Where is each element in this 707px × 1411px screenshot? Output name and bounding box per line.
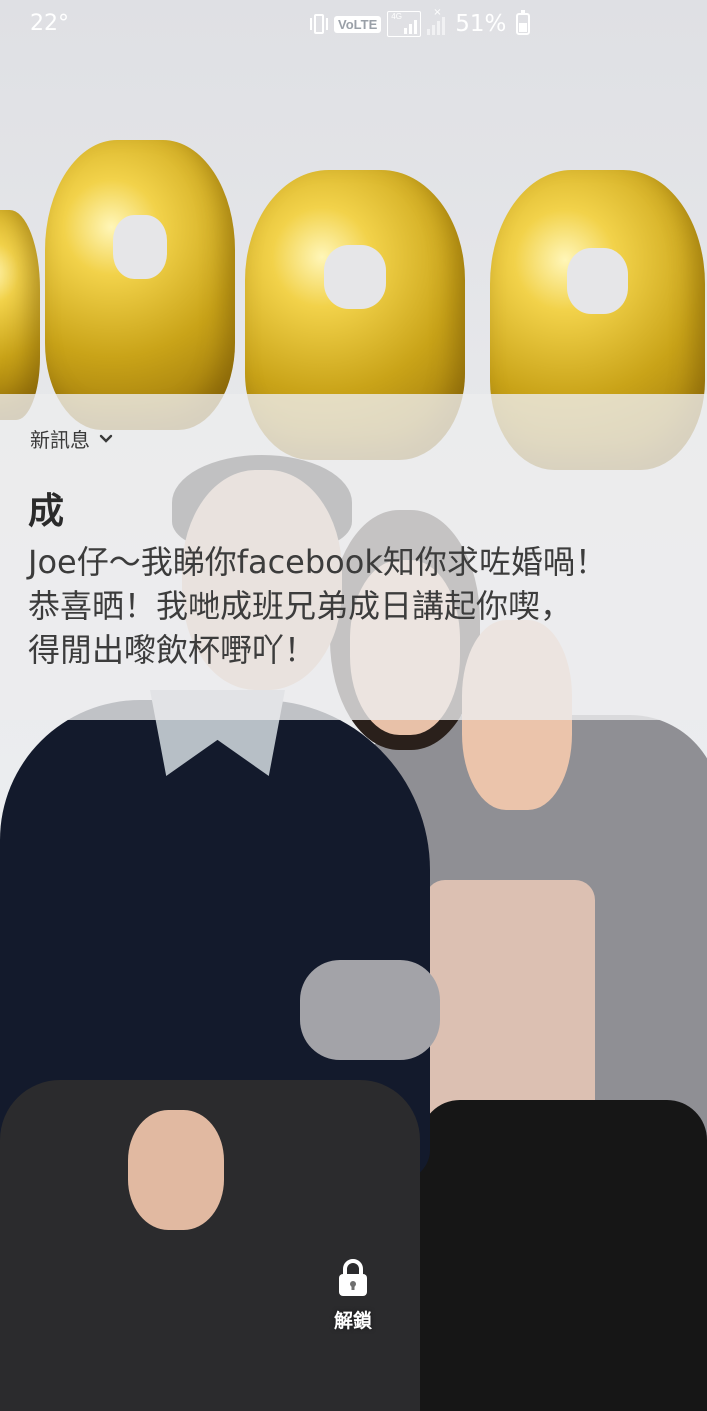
signal-4g-icon: 4G — [387, 11, 422, 37]
woman-legs — [420, 1100, 707, 1411]
battery-percent: 51% — [455, 11, 507, 37]
volte-badge: VoLTE — [334, 15, 382, 33]
signal-no-service-icon: × — [427, 7, 446, 35]
notification-sender: 成 — [28, 491, 65, 532]
notification-header[interactable]: 新訊息 — [30, 424, 114, 453]
woman-shirt — [425, 880, 595, 1120]
status-bar: 22° VoLTE 4G × 51% — [0, 0, 707, 48]
notification-message: Joe仔～我睇你facebook知你求咗婚喎！ 恭喜晒！我哋成班兄弟成日講起你喫… — [28, 543, 607, 669]
lock-icon — [339, 1259, 367, 1296]
unlock-label: 解鎖 — [333, 1310, 372, 1332]
status-temperature: 22° — [30, 11, 69, 36]
unlock-button[interactable]: 解鎖 — [313, 1258, 393, 1333]
gold-balloon-letter-a — [45, 140, 235, 430]
notification-app-label: 新訊息 — [30, 428, 90, 452]
man-hands — [128, 1110, 224, 1230]
battery-icon — [516, 10, 531, 35]
message-notification[interactable]: 新訊息 成 Joe仔～我睇你facebook知你求咗婚喎！ 恭喜晒！我哋成班兄弟… — [0, 394, 707, 720]
chevron-down-icon[interactable] — [98, 431, 114, 447]
woman-arm — [300, 960, 440, 1060]
status-icons: VoLTE 4G × 51% — [310, 7, 531, 40]
vibrate-icon — [310, 14, 328, 34]
network-type-label: 4G — [391, 12, 402, 21]
gold-balloon-letter-m — [0, 210, 40, 420]
